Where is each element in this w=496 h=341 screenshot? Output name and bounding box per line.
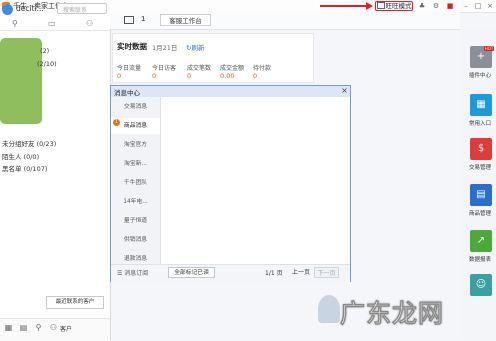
page-info: 1/1 页: [265, 270, 283, 277]
apps-icon[interactable]: ▦: [4, 323, 13, 332]
close-icon[interactable]: ×: [486, 2, 494, 10]
stat-label: 成交笔数: [187, 65, 212, 72]
people-icon[interactable]: ⚇: [49, 323, 58, 332]
message-subscribe-link[interactable]: ☰ 消息订阅: [117, 268, 148, 277]
dialog-close-icon[interactable]: ×: [340, 86, 349, 95]
notification-icon[interactable]: ■: [446, 2, 454, 10]
dialog-header: [111, 86, 350, 97]
chart-icon[interactable]: ↗: [470, 230, 492, 252]
red-arrow-head: [366, 2, 373, 10]
grid-icon[interactable]: ▦: [470, 94, 492, 116]
username: deciti...: [16, 4, 44, 13]
redacted-contact-list: [0, 38, 42, 124]
refresh-label: 刷新: [191, 44, 205, 52]
maximize-icon[interactable]: □: [474, 2, 482, 10]
groups-tab-icon[interactable]: ⚇: [86, 19, 93, 28]
subscribe-label: 消息订阅: [124, 270, 149, 277]
minimize-icon[interactable]: –: [462, 2, 470, 10]
message-category[interactable]: 淘宝新...: [111, 156, 160, 172]
stat-label: 待付款: [253, 65, 272, 72]
recent-customers-tooltip: 最近联系的客户: [46, 296, 104, 309]
mail-icon[interactable]: [124, 16, 134, 24]
customers-label[interactable]: 客户: [60, 324, 72, 333]
recent-tab-icon[interactable]: ▭: [48, 19, 56, 28]
group-count: (2): [40, 47, 50, 55]
message-category[interactable]: 14年电...: [111, 194, 160, 210]
goods-icon[interactable]: ▤: [470, 184, 492, 206]
skin-icon[interactable]: ♣: [418, 2, 426, 10]
mail-count: 1: [141, 15, 146, 23]
contact-group-strangers[interactable]: 陌生人 (0/0): [2, 151, 39, 161]
group-count: (2/10): [37, 60, 57, 68]
message-category[interactable]: 千牛团队: [111, 175, 160, 191]
realtime-title: 实时数据: [117, 42, 147, 51]
message-category[interactable]: 量子恒道: [111, 213, 160, 229]
left-bottom-bar: ▦ ▤ ⚲ ⚇ 客户: [0, 318, 110, 341]
stat-label: 成交金额: [220, 65, 245, 72]
search-input[interactable]: 搜索联系: [57, 3, 107, 14]
refresh-link[interactable]: ↻刷新: [186, 42, 204, 52]
red-arrow-annotation: [320, 5, 370, 7]
wangwang-mode-label: 旺旺模式: [385, 2, 412, 10]
stat-value: 0.00: [220, 72, 235, 80]
service-workbench-button[interactable]: 客服工作台: [160, 14, 211, 26]
contact-group-blacklist[interactable]: 黑名单 (0/107): [2, 163, 47, 173]
rightbar-label[interactable]: 插件中心: [464, 71, 496, 79]
search-icon[interactable]: ⚲: [34, 323, 43, 332]
rightbar-label[interactable]: 交易管理: [464, 163, 496, 171]
search-placeholder: 搜索联系: [63, 7, 88, 14]
stat-value: 0: [253, 72, 258, 80]
list-icon[interactable]: ▤: [19, 323, 28, 332]
stat-value: 0: [152, 72, 157, 80]
stat-label: 今日流量: [117, 65, 142, 72]
rightbar-label[interactable]: 商品管理: [464, 209, 496, 217]
contacts-tab-icon[interactable]: ⚲: [12, 19, 18, 28]
watermark-logo-icon: [318, 295, 340, 323]
message-category[interactable]: 供销消息: [111, 232, 160, 248]
mark-all-read-button[interactable]: 全部标记已读: [168, 267, 215, 278]
stat-value: 0: [117, 72, 122, 80]
hot-badge: HOT: [484, 46, 494, 51]
rightbar-label[interactable]: 常用入口: [464, 119, 496, 127]
watermark: 广东龙网: [340, 299, 445, 329]
prev-page-button[interactable]: 上一页: [290, 267, 312, 278]
mode-icon: [376, 2, 385, 9]
next-page-button[interactable]: 下一页: [314, 267, 339, 278]
contact-tabs: ⚲ ▭ ⚇: [0, 18, 110, 31]
settings-icon[interactable]: ⚙: [432, 2, 440, 10]
money-icon[interactable]: $: [470, 138, 492, 160]
contact-group-ungrouped[interactable]: 未分组好友 (0/23): [2, 138, 56, 148]
dialog-title: 消息中心: [114, 89, 140, 97]
message-category[interactable]: 交易消息: [111, 99, 160, 115]
unread-badge: 1: [113, 119, 120, 126]
wangwang-mode-button[interactable]: 旺旺模式: [375, 1, 413, 11]
message-category[interactable]: 淘宝官方: [111, 137, 160, 153]
rightbar-label[interactable]: 数据报表: [464, 255, 496, 263]
realtime-date: 1月21日: [152, 44, 178, 52]
avatar[interactable]: [2, 4, 13, 15]
stat-value: 0: [187, 72, 192, 80]
user-icon[interactable]: ☺: [470, 274, 492, 296]
stat-label: 今日访客: [152, 65, 177, 72]
